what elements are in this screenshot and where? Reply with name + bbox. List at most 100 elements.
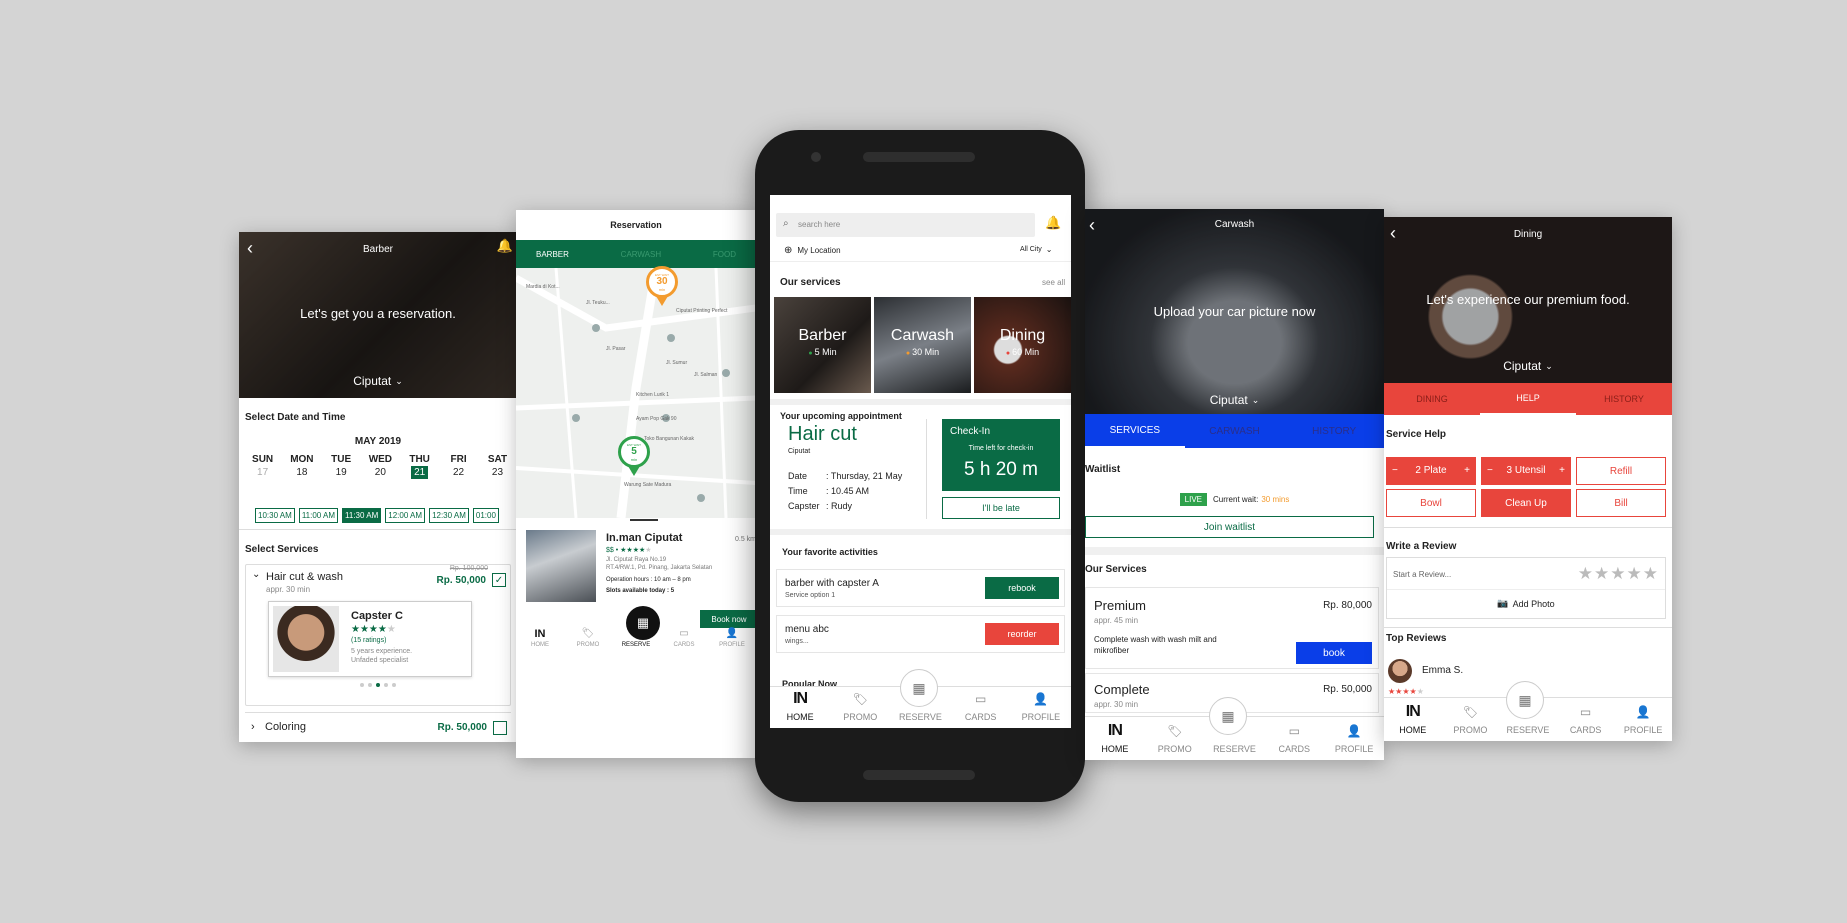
nav-profile[interactable]: 👤 PROFILE: [1324, 721, 1384, 760]
nav-profile[interactable]: 👤 PROFILE: [712, 628, 752, 658]
search-bar[interactable]: ⌕ search here: [776, 213, 1035, 237]
bell-icon[interactable]: 🔔: [1045, 215, 1061, 231]
nav-home[interactable]: IN HOME: [770, 689, 830, 728]
map-label: Jl. Sumur: [666, 360, 688, 366]
map-label: Jl. Teuku...: [586, 300, 610, 306]
place-name: In.man Ciputat: [606, 532, 683, 544]
bowl-button[interactable]: Bowl: [1386, 489, 1476, 517]
nav-home[interactable]: IN HOME: [1384, 702, 1442, 741]
calendar-date[interactable]: 20: [361, 465, 400, 480]
map-pin-orange[interactable]: EST WAIT 30 min: [646, 266, 678, 308]
nav-label: CARDS: [964, 712, 997, 722]
calendar-date[interactable]: 21: [400, 465, 439, 480]
nav-cards[interactable]: ▭ CARDS: [664, 628, 704, 658]
city-label: All City: [1020, 246, 1042, 253]
nav-promo[interactable]: 🏷 PROMO: [830, 689, 890, 728]
reorder-button[interactable]: reorder: [985, 623, 1059, 645]
plus-icon[interactable]: +: [1559, 465, 1565, 476]
service-name: Dining: [999, 327, 1046, 344]
time-slot[interactable]: 10:30 AM: [255, 508, 295, 523]
book-button[interactable]: book: [1296, 642, 1372, 664]
tab-history[interactable]: HISTORY: [1576, 383, 1672, 415]
utensil-stepper[interactable]: − 3 Utensil +: [1481, 457, 1571, 485]
reserve-fab[interactable]: ▦: [1506, 681, 1544, 719]
late-button[interactable]: I'll be late: [942, 497, 1060, 519]
time-slot[interactable]: 11:00 AM: [298, 508, 339, 523]
cleanup-button[interactable]: Clean Up: [1481, 489, 1571, 517]
location-label: Ciputat: [353, 374, 392, 388]
service-tile-carwash[interactable]: Carwash ● 30 Min: [874, 297, 971, 393]
calendar-date[interactable]: 17: [243, 465, 282, 480]
nav-promo[interactable]: 🏷 PROMO: [568, 628, 608, 658]
place-photo: [526, 530, 596, 602]
see-all-link[interactable]: see all: [1042, 278, 1065, 287]
tab-carwash[interactable]: CARWASH: [621, 250, 661, 259]
reserve-fab[interactable]: ▦: [900, 669, 938, 707]
checkin-card[interactable]: Check-In Time left for check-in 5 h 20 m: [942, 419, 1060, 491]
nav-label: CARDS: [673, 642, 695, 648]
service-checkbox[interactable]: [493, 721, 507, 735]
nav-cards[interactable]: ▭ CARDS: [1557, 702, 1615, 741]
tab-history[interactable]: HISTORY: [1284, 414, 1384, 448]
review-box[interactable]: Start a Review... ★★★★★ 📷 Add Photo: [1386, 557, 1666, 619]
nav-cards[interactable]: ▭ CARDS: [1264, 721, 1324, 760]
nav-profile[interactable]: 👤 PROFILE: [1011, 689, 1071, 728]
reserve-fab[interactable]: ▦: [1209, 697, 1247, 735]
service-tile-barber[interactable]: Barber ● 5 Min: [774, 297, 871, 393]
capster-card[interactable]: Capster C ★★★★★ (15 ratings) 5 years exp…: [268, 601, 472, 677]
nav-home[interactable]: IN HOME: [520, 628, 560, 658]
service-tile-dining[interactable]: Dining ● 60 Min: [974, 297, 1071, 393]
tab-dining[interactable]: DINING: [1384, 383, 1480, 415]
service-checkbox[interactable]: ✓: [492, 573, 506, 587]
time-slot[interactable]: 12:00 AM: [385, 508, 426, 523]
rebook-button[interactable]: rebook: [985, 577, 1059, 599]
time-slot[interactable]: 12:30 AM: [429, 508, 469, 523]
location-dropdown[interactable]: Ciputat ⌄: [1384, 359, 1672, 373]
refill-button[interactable]: Refill: [1576, 457, 1666, 485]
time-slot[interactable]: 11:30 AM: [342, 508, 382, 523]
nav-cards[interactable]: ▭ CARDS: [951, 689, 1011, 728]
drag-handle[interactable]: [630, 519, 658, 521]
calendar-date[interactable]: 22: [439, 465, 478, 480]
join-waitlist-button[interactable]: Join waitlist: [1085, 516, 1374, 538]
nav-promo[interactable]: 🏷 PROMO: [1145, 721, 1205, 760]
city-dropdown[interactable]: All City ⌄: [1020, 245, 1052, 254]
nav-reserve[interactable]: RESERVE: [616, 628, 656, 658]
nav-profile[interactable]: 👤 PROFILE: [1614, 702, 1672, 741]
review-star-input[interactable]: ★★★★★: [1578, 564, 1659, 584]
calendar-date[interactable]: 23: [478, 465, 517, 480]
calendar-date[interactable]: 18: [282, 465, 321, 480]
live-row: LIVE Current wait: 30 mins: [1085, 493, 1384, 506]
location-dropdown[interactable]: Ciputat ⌄: [1085, 393, 1384, 407]
tab-services[interactable]: SERVICES: [1085, 414, 1185, 448]
add-photo-button[interactable]: 📷 Add Photo: [1387, 598, 1665, 609]
tab-carwash[interactable]: CARWASH: [1185, 414, 1285, 448]
service-row-coloring[interactable]: › Coloring Rp. 50,000: [245, 712, 511, 742]
book-now-button[interactable]: Book now: [700, 610, 756, 628]
nav-promo[interactable]: 🏷 PROMO: [1442, 702, 1500, 741]
nav-label: HOME: [531, 642, 549, 648]
time-label: Time: [788, 486, 808, 496]
fav-card-1[interactable]: barber with capster A Service option 1 r…: [776, 569, 1065, 607]
tab-barber[interactable]: BARBER: [536, 250, 569, 259]
my-location[interactable]: ⊕ My Location: [784, 245, 841, 256]
time-slot[interactable]: 01:00: [472, 508, 499, 523]
service-card-premium[interactable]: Premium Rp. 80,000 appr. 45 min Complete…: [1085, 587, 1379, 669]
fav-card-2[interactable]: menu abc wings... reorder: [776, 615, 1065, 653]
map-pin-green[interactable]: EST WAIT 5 min: [618, 436, 650, 478]
plate-stepper[interactable]: − 2 Plate +: [1386, 457, 1476, 485]
place-address2: RT.4/RW.1, Pd. Pinang, Jakarta Selatan: [606, 565, 713, 571]
nav-home[interactable]: IN HOME: [1085, 721, 1145, 760]
chevron-down-icon[interactable]: ⌄: [252, 569, 260, 580]
add-photo-label: Add Photo: [1512, 598, 1555, 609]
map[interactable]: Mardia di Kot... Jl. Teuku... Jl. Pasar Jl.…: [516, 266, 756, 519]
plus-icon[interactable]: +: [1464, 465, 1470, 476]
location-dropdown[interactable]: Ciputat ⌄: [239, 374, 517, 388]
tab-help[interactable]: HELP: [1480, 383, 1576, 415]
my-location-label: My Location: [797, 246, 841, 255]
bill-button[interactable]: Bill: [1576, 489, 1666, 517]
bell-icon[interactable]: 🔔: [497, 238, 513, 254]
tab-food[interactable]: FOOD: [713, 250, 736, 259]
calendar-date[interactable]: 19: [322, 465, 361, 480]
calendar-icon: ▦: [1518, 691, 1532, 708]
